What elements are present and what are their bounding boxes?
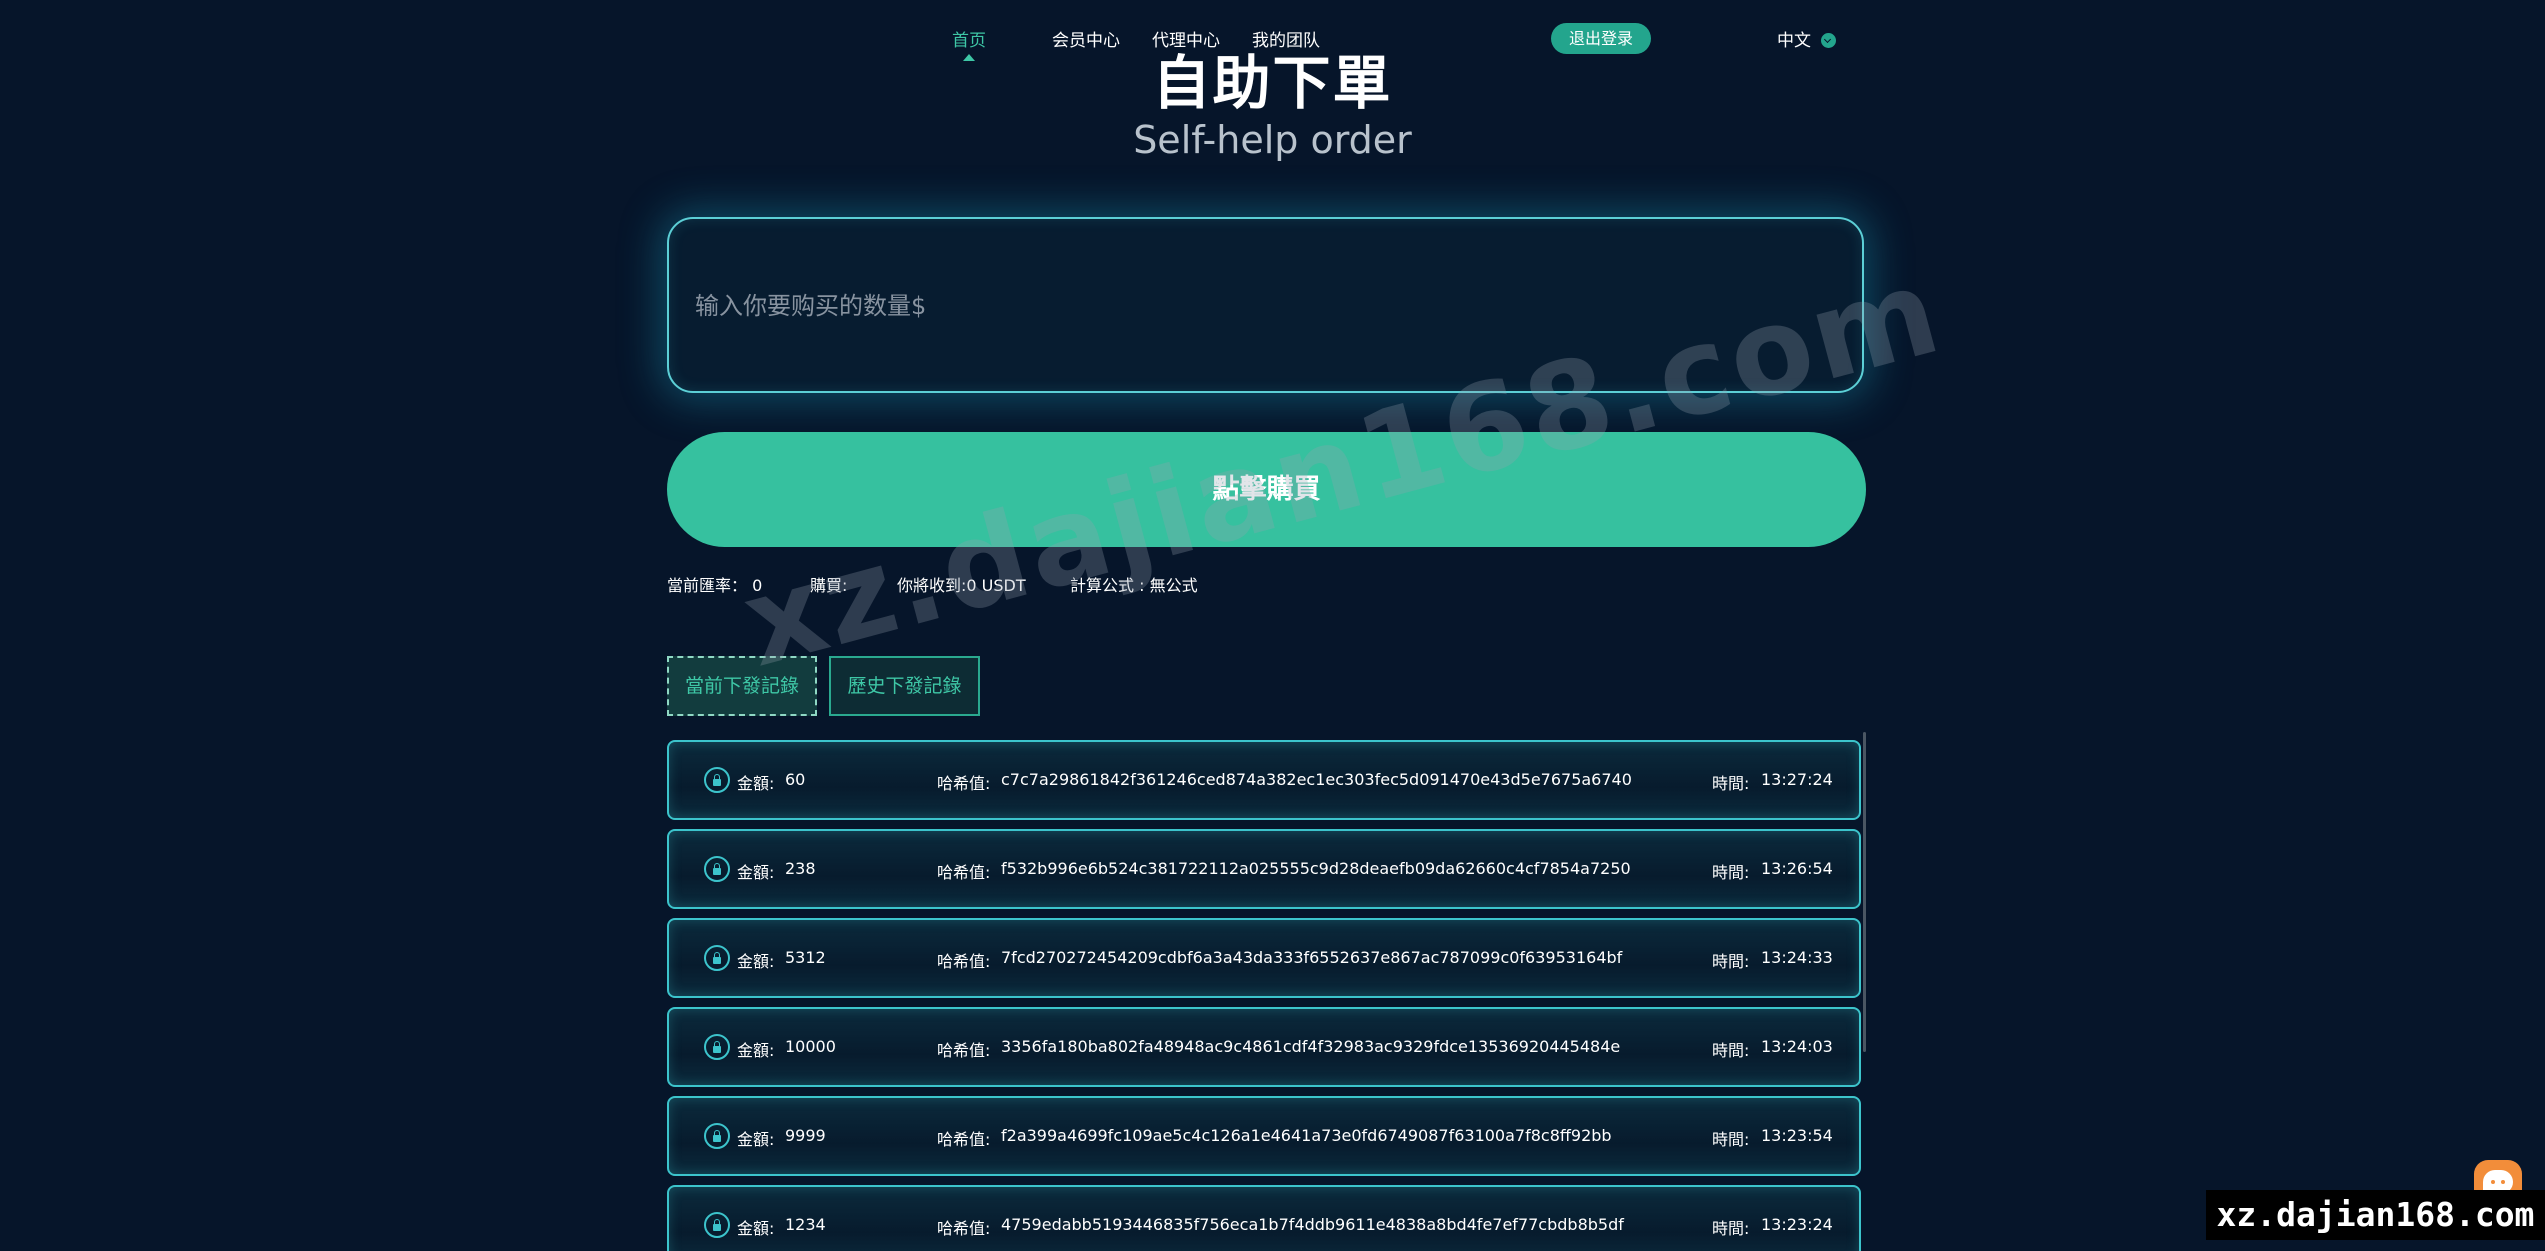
lock-icon (704, 856, 730, 882)
time-label: 時間: (1712, 1130, 1750, 1149)
record-row: 金額: 60 哈希值: c7c7a29861842f361246ced874a3… (667, 740, 1861, 820)
time-value: 13:23:54 (1761, 1126, 1833, 1145)
hash-value: 7fcd270272454209cdbf6a3a43da333f6552637e… (1001, 948, 1623, 967)
hash-label: 哈希值: (937, 952, 991, 971)
lock-icon (704, 767, 730, 793)
records-scrollbar[interactable] (1863, 732, 1866, 1052)
hash-value: 3356fa180ba802fa48948ac9c4861cdf4f32983a… (1001, 1037, 1621, 1056)
hash-label: 哈希值: (937, 774, 991, 793)
amount-value: 10000 (785, 1037, 836, 1056)
lock-icon (704, 1123, 730, 1149)
amount-label: 金額: (737, 1130, 775, 1149)
record-row: 金額: 238 哈希值: f532b996e6b524c381722112a02… (667, 829, 1861, 909)
formula-text: 計算公式 : 無公式 (1070, 576, 1198, 595)
exchange-rate-text: 當前匯率： 0 (667, 576, 763, 595)
amount-value: 5312 (785, 948, 826, 967)
time-label: 時間: (1712, 1219, 1750, 1238)
buy-button[interactable]: 點擊購買 (667, 432, 1866, 547)
hash-label: 哈希值: (937, 1130, 991, 1149)
tab-history-records[interactable]: 歷史下發記錄 (829, 656, 980, 716)
hash-value: f2a399a4699fc109ae5c4c126a1e4641a73e0fd6… (1001, 1126, 1612, 1145)
hash-label: 哈希值: (937, 1219, 991, 1238)
time-value: 13:26:54 (1761, 859, 1833, 878)
hash-label: 哈希值: (937, 1041, 991, 1060)
amount-label: 金額: (737, 1041, 775, 1060)
records-list[interactable]: 金額: 60 哈希值: c7c7a29861842f361246ced874a3… (665, 734, 1868, 1251)
record-row: 金額: 10000 哈希值: 3356fa180ba802fa48948ac9c… (667, 1007, 1861, 1087)
time-value: 13:27:24 (1761, 770, 1833, 789)
time-value: 13:24:03 (1761, 1037, 1833, 1056)
amount-label: 金額: (737, 774, 775, 793)
amount-label: 金額: (737, 863, 775, 882)
amount-label: 金額: (737, 952, 775, 971)
time-value: 13:24:33 (1761, 948, 1833, 967)
amount-value: 238 (785, 859, 816, 878)
hash-value: 4759edabb5193446835f756eca1b7f4ddb9611e4… (1001, 1215, 1624, 1234)
time-label: 時間: (1712, 952, 1750, 971)
page-title: 自助下單 (1152, 49, 1393, 117)
receive-text: 你將收到:0 USDT (897, 576, 1026, 595)
amount-input-container (667, 217, 1864, 393)
hash-label: 哈希值: (937, 863, 991, 882)
time-label: 時間: (1712, 1041, 1750, 1060)
record-row: 金額: 1234 哈希值: 4759edabb5193446835f756eca… (667, 1185, 1861, 1251)
hash-value: f532b996e6b524c381722112a025555c9d28deae… (1001, 859, 1631, 878)
amount-input[interactable] (693, 219, 1837, 393)
purchase-text: 購買: (810, 576, 848, 595)
lock-icon (704, 945, 730, 971)
amount-label: 金額: (737, 1219, 775, 1238)
lock-icon (704, 1034, 730, 1060)
amount-value: 1234 (785, 1215, 826, 1234)
corner-watermark: xz.dajian168.com (2206, 1190, 2545, 1240)
amount-value: 60 (785, 770, 806, 789)
tab-current-records[interactable]: 當前下發記錄 (667, 656, 817, 716)
time-label: 時間: (1712, 863, 1750, 882)
record-row: 金額: 5312 哈希值: 7fcd270272454209cdbf6a3a43… (667, 918, 1861, 998)
time-value: 13:23:24 (1761, 1215, 1833, 1234)
amount-value: 9999 (785, 1126, 826, 1145)
lock-icon (704, 1212, 730, 1238)
time-label: 時間: (1712, 774, 1750, 793)
record-row: 金額: 9999 哈希值: f2a399a4699fc109ae5c4c126a… (667, 1096, 1861, 1176)
hash-value: c7c7a29861842f361246ced874a382ec1ec303fe… (1001, 770, 1632, 789)
page-subtitle: Self-help order (1133, 118, 1412, 162)
